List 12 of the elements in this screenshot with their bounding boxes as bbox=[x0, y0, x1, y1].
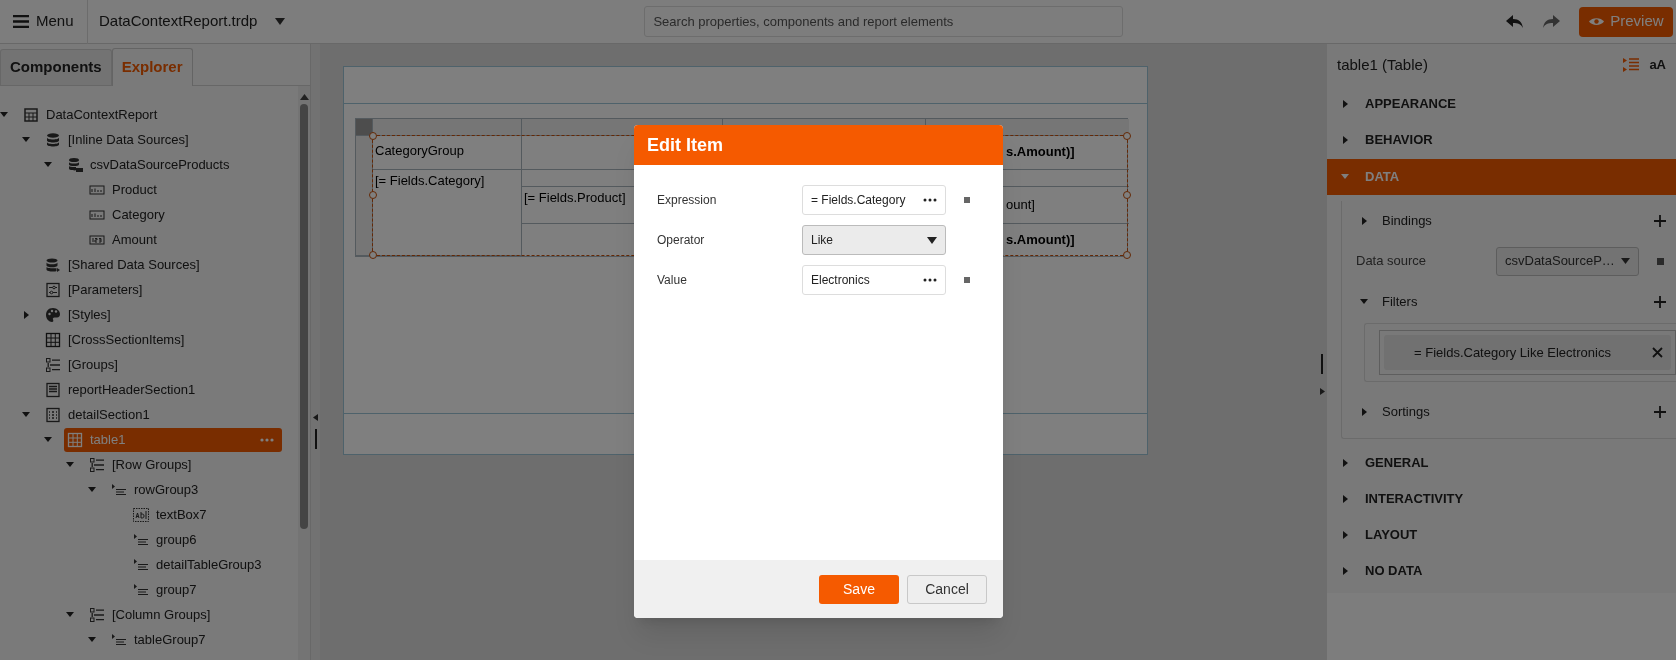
table-cell: ount] bbox=[1006, 197, 1035, 212]
field-label: Value bbox=[657, 272, 688, 289]
dialog-header: Edit Item bbox=[634, 125, 1003, 165]
table-cell: s.Amount)] bbox=[1006, 144, 1075, 159]
table-cell: s.Amount)] bbox=[1006, 232, 1075, 247]
group-label: Bindings bbox=[1382, 212, 1433, 231]
field-label: Data source bbox=[1356, 252, 1428, 271]
group-label: Filters bbox=[1382, 293, 1419, 312]
group-label: Sortings bbox=[1382, 403, 1431, 422]
panel-title: table1 (Table) bbox=[1337, 54, 1429, 75]
field-label: Expression bbox=[657, 192, 718, 209]
field-label: Operator bbox=[657, 232, 706, 249]
